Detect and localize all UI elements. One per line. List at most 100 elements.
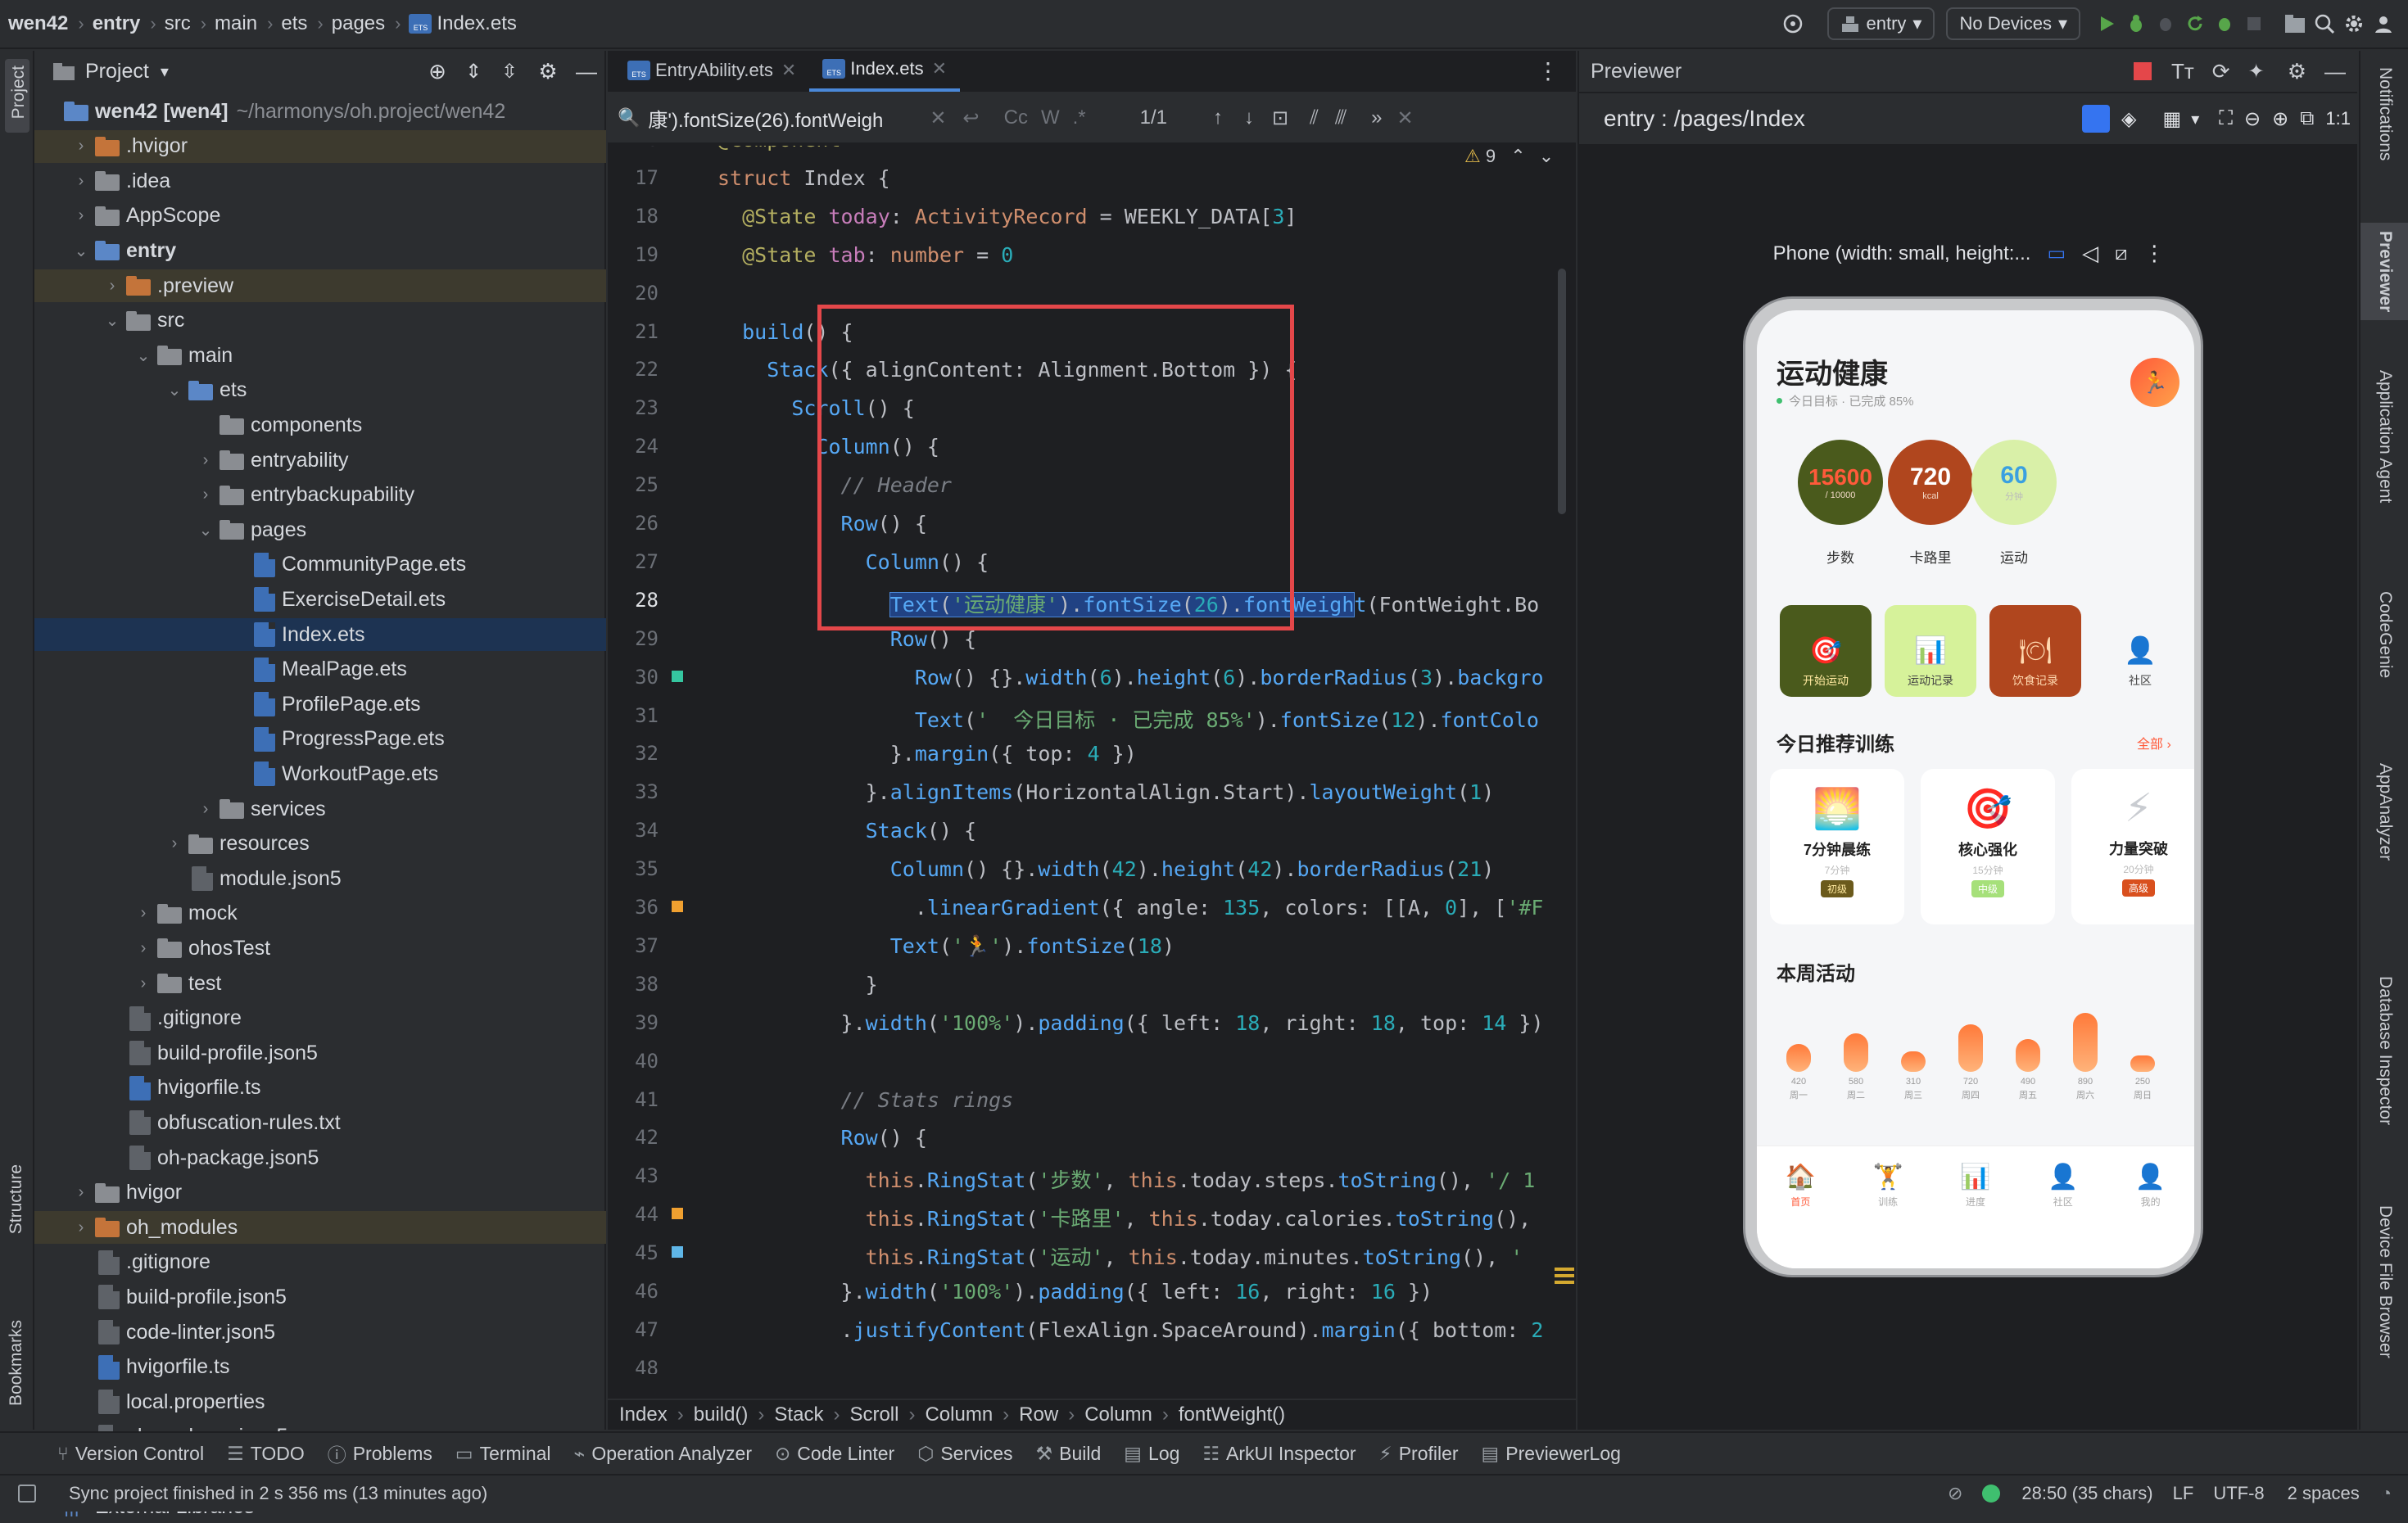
refresh-icon[interactable]: ⟳ — [2212, 59, 2230, 84]
target-icon[interactable] — [1778, 9, 1808, 38]
line-number[interactable]: 32 — [608, 742, 659, 765]
tool-window-button[interactable]: ▤ Log — [1124, 1443, 1179, 1465]
tree-item[interactable]: MealPage.ets — [34, 653, 606, 686]
select-all-icon[interactable]: ⊡ — [1272, 106, 1288, 130]
tree-item[interactable]: › test — [34, 967, 606, 1000]
tool-window-button[interactable]: ⌁ Operation Analyzer — [574, 1443, 752, 1465]
debug-icon[interactable] — [2121, 9, 2151, 38]
color-swatch-icon[interactable] — [672, 901, 683, 912]
line-number[interactable]: 41 — [608, 1088, 659, 1111]
code-line[interactable]: Row() {}.width(6).height(6).borderRadius… — [717, 666, 1544, 689]
new-line-icon[interactable]: ↩ — [963, 106, 980, 130]
breadcrumb-item[interactable]: Column — [1084, 1403, 1152, 1426]
color-swatch-icon[interactable] — [672, 1246, 683, 1259]
actual-size-icon[interactable]: 1:1 — [2325, 108, 2351, 129]
chevron-right-icon[interactable]: › — [134, 939, 152, 958]
tree-item[interactable]: build-profile.json5 — [34, 1037, 606, 1069]
vertical-scrollbar[interactable] — [1558, 269, 1566, 514]
line-number[interactable]: 34 — [608, 819, 659, 842]
code-line[interactable]: Column() {}.width(42).height(42).borderR… — [717, 857, 1495, 881]
tool-window-button[interactable]: ▭ Terminal — [455, 1443, 551, 1465]
reload-icon[interactable] — [2180, 9, 2210, 38]
device-select[interactable]: No Devices ▾ — [1946, 7, 2080, 40]
profile-icon[interactable] — [2210, 9, 2239, 38]
code-line[interactable]: }.width('100%').padding({ left: 16, righ… — [717, 1280, 1433, 1304]
tool-window-button[interactable]: ⓘ Problems — [328, 1439, 432, 1467]
device-label[interactable]: Phone (width: small, height:... — [1773, 242, 2031, 265]
tree-item[interactable]: ProgressPage.ets — [34, 723, 606, 756]
right-tool-button[interactable]: CodeGenie — [2360, 583, 2408, 686]
previewer-settings-gear-icon[interactable]: ⚙ — [2288, 59, 2306, 84]
quick-action-button[interactable]: 📊 运动记录 — [1885, 605, 1976, 697]
tree-item[interactable]: hvigorfile.ts — [34, 1351, 606, 1384]
tool-window-button[interactable]: ⚡ Profiler — [1379, 1443, 1459, 1465]
breadcrumb-item[interactable]: main — [215, 12, 257, 35]
chevron-right-icon[interactable]: › — [72, 1218, 90, 1237]
tree-item[interactable]: › hvigor — [34, 1177, 606, 1209]
inspector-icon[interactable]: ✦ — [2248, 60, 2265, 84]
right-tool-button[interactable]: AppAnalyzer — [2360, 755, 2408, 869]
close-icon[interactable]: ✕ — [781, 60, 796, 81]
more-vertical-icon[interactable]: ⋮ — [2143, 241, 2165, 266]
code-line[interactable]: this.RingStat('步数', this.today.steps.toS… — [717, 1164, 1536, 1194]
tree-item[interactable]: › .preview — [34, 269, 606, 302]
line-number[interactable]: 37 — [608, 934, 659, 957]
quick-action-button[interactable]: 🎯 开始运动 — [1780, 605, 1872, 697]
indent-setting[interactable]: 2 spaces — [2288, 1483, 2360, 1504]
tool-window-button[interactable]: ☰ TODO — [227, 1443, 305, 1465]
tree-item[interactable]: code-linter.json5 — [34, 1316, 606, 1349]
breadcrumb-item[interactable]: wen42 — [8, 12, 68, 35]
bottom-nav-item[interactable]: 🏠 首页 — [1768, 1163, 1833, 1209]
bottom-nav-item[interactable]: 👤 我的 — [2118, 1163, 2184, 1209]
multi-device-icon[interactable]: ▦ — [2163, 107, 2182, 131]
line-number[interactable]: 48 — [608, 1357, 659, 1374]
chevron-down-icon[interactable]: ⌄ — [197, 520, 215, 540]
code-line[interactable]: this.RingStat('运动', this.today.minutes.t… — [717, 1241, 1535, 1271]
code-line[interactable]: Text(' 今日目标 · 已完成 85%').fontSize(12).fon… — [717, 704, 1539, 734]
screenshot-icon[interactable]: ⧉ — [2300, 107, 2314, 130]
regex-toggle[interactable]: .* — [1073, 106, 1086, 129]
line-number[interactable]: 21 — [608, 320, 659, 343]
line-number[interactable]: 43 — [608, 1164, 659, 1187]
tree-item[interactable]: ProfilePage.ets — [34, 688, 606, 721]
inspect-mode-icon[interactable] — [2082, 105, 2111, 133]
tree-item[interactable]: › entryability — [34, 444, 606, 477]
line-number[interactable]: 47 — [608, 1318, 659, 1341]
code-line[interactable]: @Component — [717, 146, 841, 151]
line-number[interactable]: 16 — [608, 146, 659, 151]
breadcrumb-item[interactable]: Stack — [774, 1403, 823, 1426]
chevron-right-icon[interactable]: › — [197, 486, 215, 504]
back-icon[interactable]: ◁ — [2082, 241, 2098, 266]
line-number[interactable]: 36 — [608, 896, 659, 919]
structure-tool-label[interactable]: Structure — [7, 1164, 26, 1234]
chevron-right-icon[interactable]: › — [134, 904, 152, 923]
layers-icon[interactable]: ◈ — [2121, 107, 2136, 131]
chevron-down-icon[interactable]: ⌄ — [165, 380, 183, 400]
filter-icon[interactable]: ⫽ — [1310, 106, 1319, 129]
tree-item[interactable]: WorkoutPage.ets — [34, 757, 606, 790]
close-find-icon[interactable]: ✕ — [1397, 106, 1414, 130]
tree-item[interactable]: › ohosTest — [34, 932, 606, 965]
chevron-right-icon[interactable]: › — [197, 800, 215, 819]
project-structure-icon[interactable] — [2280, 9, 2310, 38]
search-icon[interactable] — [2310, 9, 2339, 38]
tree-item[interactable]: hvigorfile.ts — [34, 1072, 606, 1105]
code-line[interactable]: Row() { — [717, 627, 976, 651]
account-icon[interactable] — [2369, 9, 2398, 38]
quick-action-button[interactable]: 👤 社区 — [2094, 605, 2186, 697]
tool-window-button[interactable]: ⬡ Services — [917, 1443, 1012, 1465]
quick-action-button[interactable]: 🍽 饮食记录 — [1989, 605, 2081, 697]
more-icon[interactable]: » — [1371, 106, 1382, 129]
week-bar[interactable] — [2130, 1055, 2155, 1072]
line-number[interactable]: 19 — [608, 243, 659, 266]
line-number[interactable]: 35 — [608, 857, 659, 880]
code-line[interactable]: Row() { — [717, 1126, 927, 1150]
line-number[interactable]: 45 — [608, 1241, 659, 1264]
project-panel-title[interactable]: Project — [85, 60, 149, 84]
warning-indicator[interactable]: ⚠ 9 ⌃ ⌄ — [1464, 146, 1554, 167]
code-area[interactable]: 16 @Component 17 struct Index {18 @State to… — [608, 146, 1576, 1374]
next-match-icon[interactable]: ↓ — [1244, 106, 1254, 129]
tool-window-button[interactable]: ▤ PreviewerLog — [1482, 1443, 1621, 1465]
memory-indicator-icon[interactable]: ◔ — [2381, 1483, 2392, 1504]
code-line[interactable]: } — [717, 973, 878, 997]
